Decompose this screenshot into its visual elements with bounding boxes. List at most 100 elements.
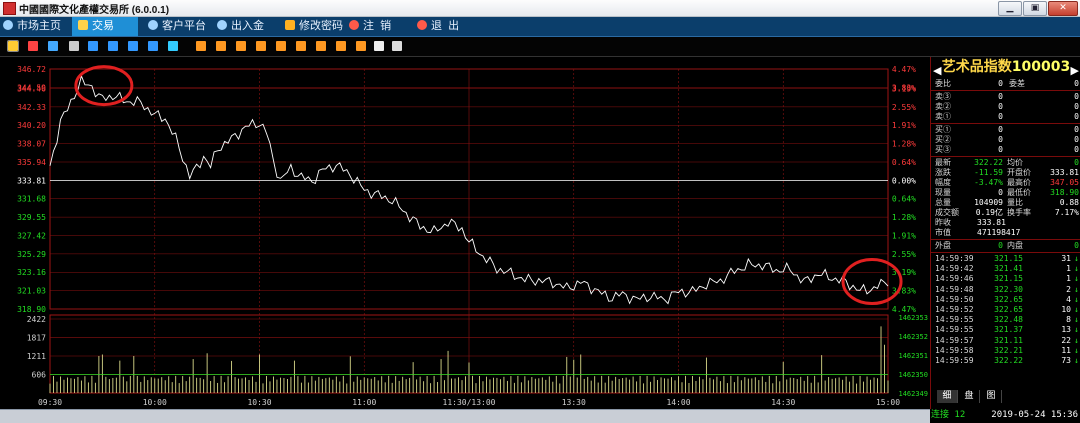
trade-icon <box>78 20 88 30</box>
tick-time: 14:59:50 <box>935 294 974 304</box>
tick-time: 14:59:39 <box>935 254 974 263</box>
quote-value-2: 7.17% <box>1054 208 1079 217</box>
volume-right-tick-label: 1462353 <box>898 314 928 322</box>
tick-row: 14:59:39 321.15 31 ↓ <box>931 254 1080 264</box>
intraday-chart[interactable]: 346.72 4.47% 344.59 3.83% 344.46 3.19% 342.33 2… <box>0 57 930 409</box>
tool3-icon[interactable] <box>236 41 246 51</box>
day-icon[interactable] <box>88 41 98 51</box>
panel-divider <box>931 123 1080 124</box>
quote-row: 总量 104909 量比 0.88 <box>931 198 1080 208</box>
kline-icon[interactable] <box>28 41 38 51</box>
tick-row: 14:59:46 321.15 1 ↓ <box>931 274 1080 284</box>
buy-volume: 0 <box>1074 125 1079 134</box>
menu-trade[interactable]: 交易 <box>72 17 138 36</box>
tool2-icon[interactable] <box>216 41 226 51</box>
quote-label: 成交额 <box>935 208 959 217</box>
tick-row: 14:59:57 321.11 22 ↓ <box>931 336 1080 346</box>
tool5-icon[interactable] <box>276 41 286 51</box>
quote-label-2: 开盘价 <box>1007 168 1031 177</box>
calendar-icon[interactable] <box>69 41 79 51</box>
timeshare-chart-icon[interactable] <box>7 40 19 52</box>
menu-home[interactable]: 市场主页 <box>3 17 70 36</box>
prev-arrow-icon[interactable]: ◀ <box>933 60 941 81</box>
quote-value: 471198417 <box>977 228 1021 237</box>
tick-time: 14:59:42 <box>935 264 974 274</box>
buy-label: 买① <box>935 125 951 134</box>
quote-label-2: 换手率 <box>1007 208 1031 217</box>
panel-divider <box>931 252 1080 253</box>
tick-price: 322.21 <box>994 345 1023 355</box>
tab-detail[interactable]: 细 <box>937 390 958 403</box>
price-tick-label: 340.20 <box>17 121 46 130</box>
next-arrow-icon[interactable]: ▶ <box>1071 60 1079 81</box>
down-arrow-icon: ↓ <box>1074 325 1079 335</box>
buy-volume: 0 <box>1074 145 1079 154</box>
settings-icon[interactable] <box>392 41 402 51</box>
tool1-icon[interactable] <box>196 41 206 51</box>
down-arrow-icon: ↓ <box>1074 335 1079 345</box>
tick-price: 322.30 <box>994 284 1023 294</box>
price-tick-label: 323.16 <box>17 268 46 277</box>
buy-label: 买② <box>935 135 951 144</box>
percent-tick-label: 0.00% <box>892 176 916 185</box>
instrument-header: ◀ 艺术品指数100003 ▶ <box>931 57 1080 78</box>
volume-right-tick-label: 1462351 <box>898 352 928 360</box>
menu-logout[interactable]: 注 销 <box>349 17 411 36</box>
quote-row: 昨收 333.81 <box>931 218 1080 228</box>
quote-panel: ◀ 艺术品指数100003 ▶ 委比 0 委差 0 卖③ 0 0 卖② 0 0 卖① 0 0 买① 0 0 买②… <box>930 57 1080 422</box>
x-icon[interactable] <box>168 41 178 51</box>
tick-volume: 2 <box>1066 284 1071 294</box>
bottom-scrollbar[interactable] <box>0 409 930 423</box>
quote-row: 最新 322.22 均价 0 <box>931 158 1080 168</box>
tool4-icon[interactable] <box>256 41 266 51</box>
close-button[interactable]: ✕ <box>1048 1 1078 16</box>
tick-row: 14:59:55 322.48 8 ↓ <box>931 315 1080 325</box>
tool7-icon[interactable] <box>316 41 326 51</box>
down-arrow-icon: ↓ <box>1074 274 1079 284</box>
percent-tick-label: 1.91% <box>892 231 916 240</box>
sell-row: 卖② 0 0 <box>931 102 1080 112</box>
price-tick-label: 318.90 <box>17 305 46 314</box>
month-icon[interactable] <box>128 41 138 51</box>
tick-time: 14:59:52 <box>935 305 974 314</box>
chart-toolbar <box>0 37 1080 57</box>
weibi-row: 委比 0 委差 0 <box>931 79 1080 89</box>
app-logo-icon <box>3 2 16 15</box>
quote-label: 昨收 <box>935 218 951 227</box>
sell-volume: 0 <box>1074 102 1079 111</box>
menu-exit[interactable]: 退 出 <box>417 17 479 36</box>
tick-volume: 4 <box>1066 294 1071 304</box>
maximize-button[interactable]: ▣ <box>1023 1 1047 16</box>
tick-row: 14:59:52 322.65 10 ↓ <box>931 305 1080 315</box>
tool9-icon[interactable] <box>356 41 366 51</box>
menu-funds[interactable]: 出入金 <box>217 17 273 36</box>
neipan-value: 0 <box>1074 241 1079 250</box>
quote-value: -11.59 <box>974 168 1003 177</box>
quote-row: 成交额 0.19亿 换手率 7.17% <box>931 208 1080 218</box>
minimize-button[interactable]: ▁ <box>998 1 1022 16</box>
quote-label: 涨跌 <box>935 168 951 177</box>
notes-icon[interactable] <box>374 41 384 51</box>
tool6-icon[interactable] <box>296 41 306 51</box>
tab-orderbook[interactable]: 盘 <box>959 390 980 403</box>
menu-client-platform[interactable]: 客户平台 <box>148 17 214 36</box>
year-icon[interactable] <box>148 41 158 51</box>
volume-right-tick-label: 1462350 <box>898 371 928 379</box>
week-icon[interactable] <box>108 41 118 51</box>
down-arrow-icon: ↓ <box>1074 356 1079 365</box>
annotation-circle-close <box>841 258 903 306</box>
volume-icon[interactable] <box>48 41 58 51</box>
tool8-icon[interactable] <box>336 41 346 51</box>
tick-row: 14:59:58 322.21 11 ↓ <box>931 346 1080 356</box>
quote-label: 现量 <box>935 188 951 197</box>
tick-price: 322.22 <box>994 356 1023 365</box>
sell-price: 0 <box>998 112 1003 121</box>
menu-change-password[interactable]: 修改密码 <box>285 17 347 36</box>
tick-price: 321.11 <box>994 335 1023 345</box>
tab-chart[interactable]: 图 <box>981 390 1002 403</box>
percent-tick-label: 1.28% <box>892 213 916 222</box>
logout-icon <box>349 20 359 30</box>
sell-price: 0 <box>998 92 1003 101</box>
volume-tick-label: 2422 <box>27 315 46 324</box>
price-tick-label: 346.72 <box>17 65 46 74</box>
